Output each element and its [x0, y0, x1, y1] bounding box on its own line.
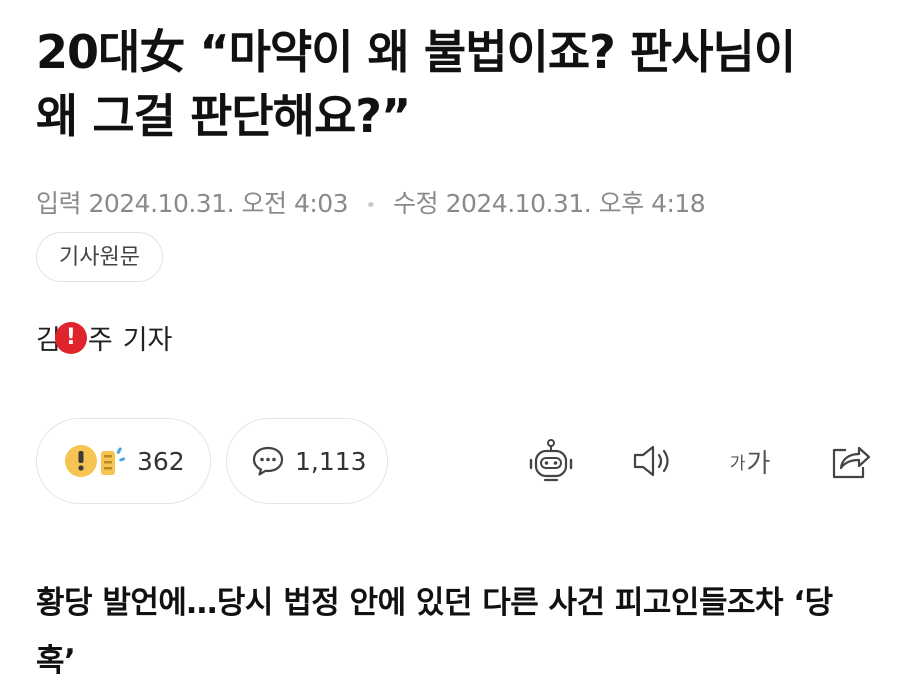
comment-button[interactable]: 1,113 — [226, 418, 388, 504]
article-timestamps: 입력 2024.10.31. 오전 4:03 • 수정 2024.10.31. … — [36, 184, 864, 220]
edit-label: 수정 — [393, 189, 439, 218]
robot-icon — [529, 439, 573, 482]
input-time: 2024.10.31. 오전 4:03 — [88, 189, 349, 218]
read-aloud-button[interactable] — [628, 436, 678, 486]
reporter-name-end: 주 — [87, 325, 113, 356]
reaction-count: 362 — [137, 446, 185, 476]
edit-time: 2024.10.31. 오후 4:18 — [445, 189, 706, 218]
input-label: 입력 — [36, 189, 82, 218]
share-button[interactable] — [826, 436, 876, 486]
article-subheadline: 황당 발언에…당시 법정 안에 있던 다른 사건 피고인들조차 ‘당혹’ — [36, 585, 833, 679]
share-icon — [832, 446, 871, 479]
original-article-button[interactable]: 기사원문 — [36, 232, 163, 282]
summary-bot-button[interactable] — [526, 436, 576, 486]
reporter-byline[interactable]: 김 ! 주 기자 — [36, 318, 172, 357]
reporter-title: 기자 — [122, 325, 173, 356]
font-size-button[interactable]: 가가 — [720, 436, 780, 486]
warning-badge-icon: ! — [54, 321, 87, 354]
article-page: 20대女 “마약이 왜 불법이죠? 판사님이 왜 그걸 판단해요?” 입력 20… — [0, 0, 900, 697]
font-size-small-glyph: 가 — [729, 453, 746, 474]
separator-dot: • — [365, 194, 377, 216]
article-action-bar: 362 1,113 가 가 — [36, 418, 876, 504]
font-size-large-glyph: 가 — [746, 448, 771, 479]
speech-bubble-icon — [252, 446, 284, 476]
article-headline: 20대女 “마약이 왜 불법이죠? 판사님이 왜 그걸 판단해요?” — [36, 25, 796, 143]
comment-count: 1,113 — [295, 446, 367, 476]
speaker-icon — [633, 445, 669, 477]
reaction-button[interactable]: 362 — [36, 418, 211, 504]
reaction-emoji-icon — [65, 445, 126, 477]
